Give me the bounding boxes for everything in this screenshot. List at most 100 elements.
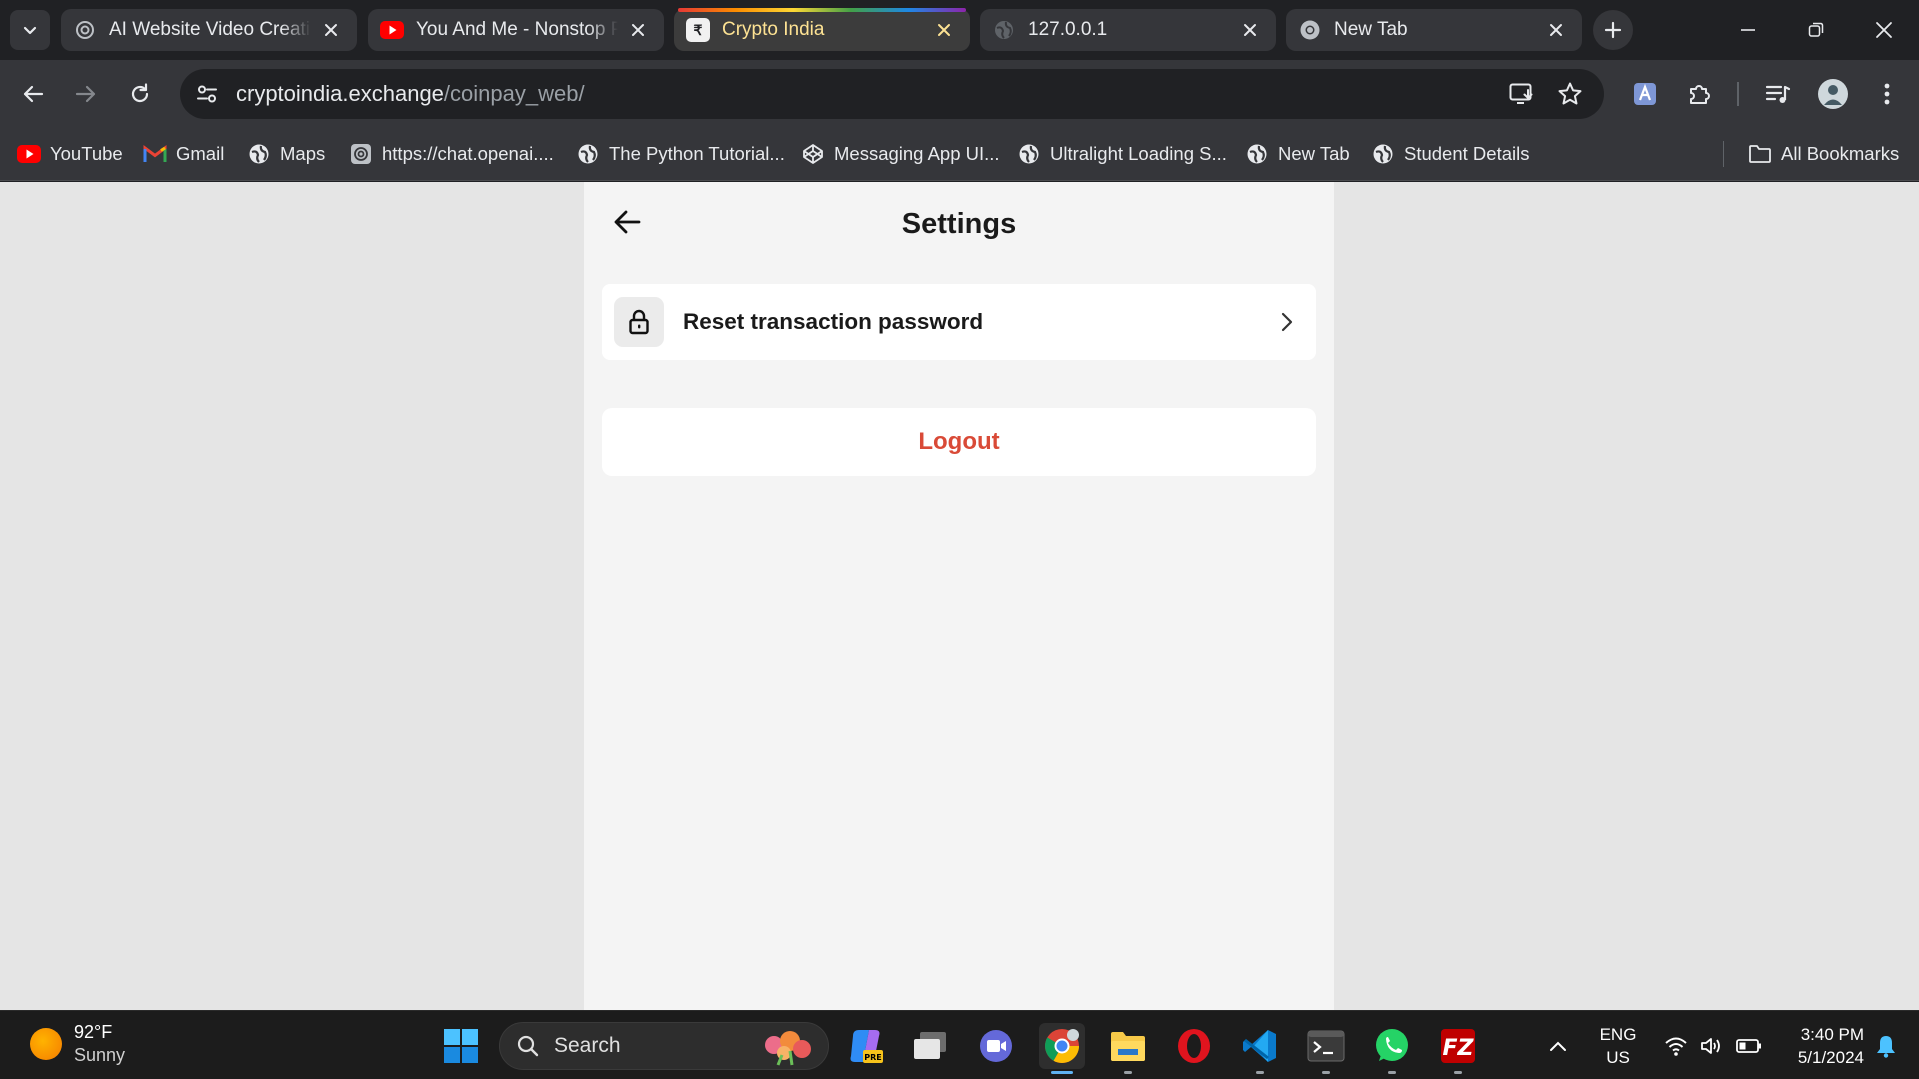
url-path: /coinpay_web/ (443, 81, 585, 106)
task-view-app[interactable] (907, 1023, 953, 1069)
profile-button[interactable] (1813, 74, 1853, 114)
task-view-icon (914, 1032, 946, 1059)
clock[interactable]: 3:40 PM 5/1/2024 (1778, 1011, 1864, 1079)
star-icon (1558, 82, 1582, 105)
reset-transaction-password-row[interactable]: Reset transaction password (602, 284, 1316, 360)
terminal-app[interactable] (1303, 1023, 1349, 1074)
globe-icon (992, 18, 1016, 42)
bookmark-student-details[interactable]: Student Details (1371, 128, 1529, 180)
language-indicator[interactable]: ENG US (1590, 1011, 1646, 1079)
teams-app[interactable] (973, 1023, 1019, 1069)
bookmark-youtube[interactable]: YouTube (17, 128, 123, 180)
bookmarks-divider (1723, 141, 1724, 167)
bookmark-star-button[interactable] (1554, 78, 1586, 110)
taskbar-search[interactable]: Search (499, 1022, 829, 1070)
bookmark-messaging-app[interactable]: Messaging App UI... (801, 128, 1000, 180)
copilot-app[interactable]: PRE (842, 1023, 888, 1069)
video-chat-icon (980, 1030, 1012, 1062)
browser-toolbar: cryptoindia.exchange/coinpay_web/ (0, 60, 1919, 128)
translate-extension-button[interactable] (1625, 74, 1665, 114)
address-bar[interactable]: cryptoindia.exchange/coinpay_web/ (180, 69, 1604, 119)
new-tab-button[interactable] (1593, 10, 1633, 50)
filezilla-icon: FZ (1441, 1029, 1475, 1063)
bookmark-gmail[interactable]: Gmail (143, 128, 224, 180)
all-bookmarks-button[interactable]: All Bookmarks (1748, 128, 1899, 180)
chrome-icon (1045, 1029, 1079, 1063)
restore-button[interactable] (1782, 0, 1850, 60)
system-tray-status[interactable] (1658, 1011, 1768, 1079)
bookmark-maps[interactable]: Maps (247, 128, 325, 180)
opera-app[interactable] (1171, 1023, 1217, 1069)
tab-ai-website[interactable]: AI Website Video Creation (61, 9, 357, 51)
close-window-button[interactable] (1850, 0, 1918, 60)
chatgpt-icon (349, 142, 373, 166)
tab-search-button[interactable] (10, 10, 50, 50)
close-icon[interactable] (626, 18, 650, 42)
globe-icon (576, 142, 600, 166)
more-vert-icon (1884, 83, 1890, 105)
filezilla-app[interactable]: FZ (1435, 1023, 1481, 1074)
page-viewport: Settings Reset transaction password Logo… (0, 182, 1919, 1010)
file-explorer-app[interactable] (1105, 1023, 1151, 1074)
close-icon[interactable] (319, 18, 343, 42)
tab-localhost[interactable]: 127.0.0.1 (980, 9, 1276, 51)
battery-icon (1736, 1038, 1761, 1053)
weather-text: 92°F Sunny (74, 1021, 125, 1067)
wifi-icon (1665, 1037, 1687, 1056)
url-text[interactable]: cryptoindia.exchange/coinpay_web/ (236, 81, 585, 107)
show-hidden-icons-button[interactable] (1540, 1011, 1576, 1079)
chatgpt-icon (73, 18, 97, 42)
running-indicator (1124, 1071, 1132, 1074)
bookmark-chatgpt[interactable]: https://chat.openai.... (349, 128, 554, 180)
tune-icon (197, 85, 217, 103)
bookmark-label: The Python Tutorial... (609, 143, 785, 164)
reload-button[interactable] (120, 74, 160, 114)
minimize-icon (1741, 29, 1755, 31)
install-app-button[interactable] (1506, 78, 1538, 110)
site-info-button[interactable] (188, 75, 226, 113)
bookmark-label: Student Details (1404, 143, 1530, 164)
forward-button[interactable] (66, 74, 106, 114)
back-button[interactable] (13, 74, 53, 114)
vscode-app[interactable] (1237, 1023, 1283, 1074)
tab-youtube-music[interactable]: You And Me - Nonstop Party (368, 9, 664, 51)
globe-icon (1245, 142, 1269, 166)
rupee-icon: ₹ (686, 18, 710, 42)
arrow-left-icon (23, 85, 44, 103)
svg-text:FZ: FZ (1443, 1036, 1475, 1061)
lock-icon-container (614, 297, 664, 347)
reload-icon (131, 83, 149, 103)
close-icon[interactable] (1238, 18, 1262, 42)
start-button[interactable] (438, 1023, 484, 1069)
tab-title: New Tab (1334, 19, 1408, 40)
close-icon[interactable] (932, 18, 956, 42)
chrome-app[interactable] (1039, 1023, 1085, 1074)
running-indicator (1388, 1071, 1396, 1074)
whatsapp-app[interactable] (1369, 1023, 1415, 1074)
logout-button[interactable]: Logout (602, 408, 1316, 476)
tab-title: AI Website Video Creation (109, 19, 311, 40)
plus-icon (1604, 21, 1622, 39)
bookmark-label: https://chat.openai.... (382, 143, 554, 164)
media-controls-button[interactable] (1758, 74, 1798, 114)
tab-new-tab[interactable]: New Tab (1286, 9, 1582, 51)
bookmark-new-tab[interactable]: New Tab (1245, 128, 1350, 180)
minimize-button[interactable] (1714, 0, 1782, 60)
arrow-right-icon (75, 85, 96, 103)
url-host: cryptoindia.exchange (236, 81, 444, 106)
windows-icon (444, 1029, 478, 1063)
bookmark-python-tutorial[interactable]: The Python Tutorial... (576, 128, 785, 180)
weather-temperature: 92°F (74, 1022, 113, 1042)
vscode-icon (1243, 1030, 1276, 1062)
flowers-icon (765, 1031, 811, 1066)
bookmark-ultralight-loading[interactable]: Ultralight Loading S... (1017, 128, 1227, 180)
close-icon[interactable] (1544, 18, 1568, 42)
notifications-button[interactable] (1866, 1011, 1906, 1079)
weather-widget[interactable]: 92°F Sunny (30, 1021, 125, 1067)
tab-crypto-india[interactable]: ₹ Crypto India (674, 8, 970, 51)
chrome-menu-button[interactable] (1867, 74, 1907, 114)
tab-title: Crypto India (722, 19, 825, 40)
bookmark-label: Gmail (176, 143, 225, 164)
tab-title: 127.0.0.1 (1028, 19, 1108, 40)
extensions-button[interactable] (1679, 74, 1719, 114)
